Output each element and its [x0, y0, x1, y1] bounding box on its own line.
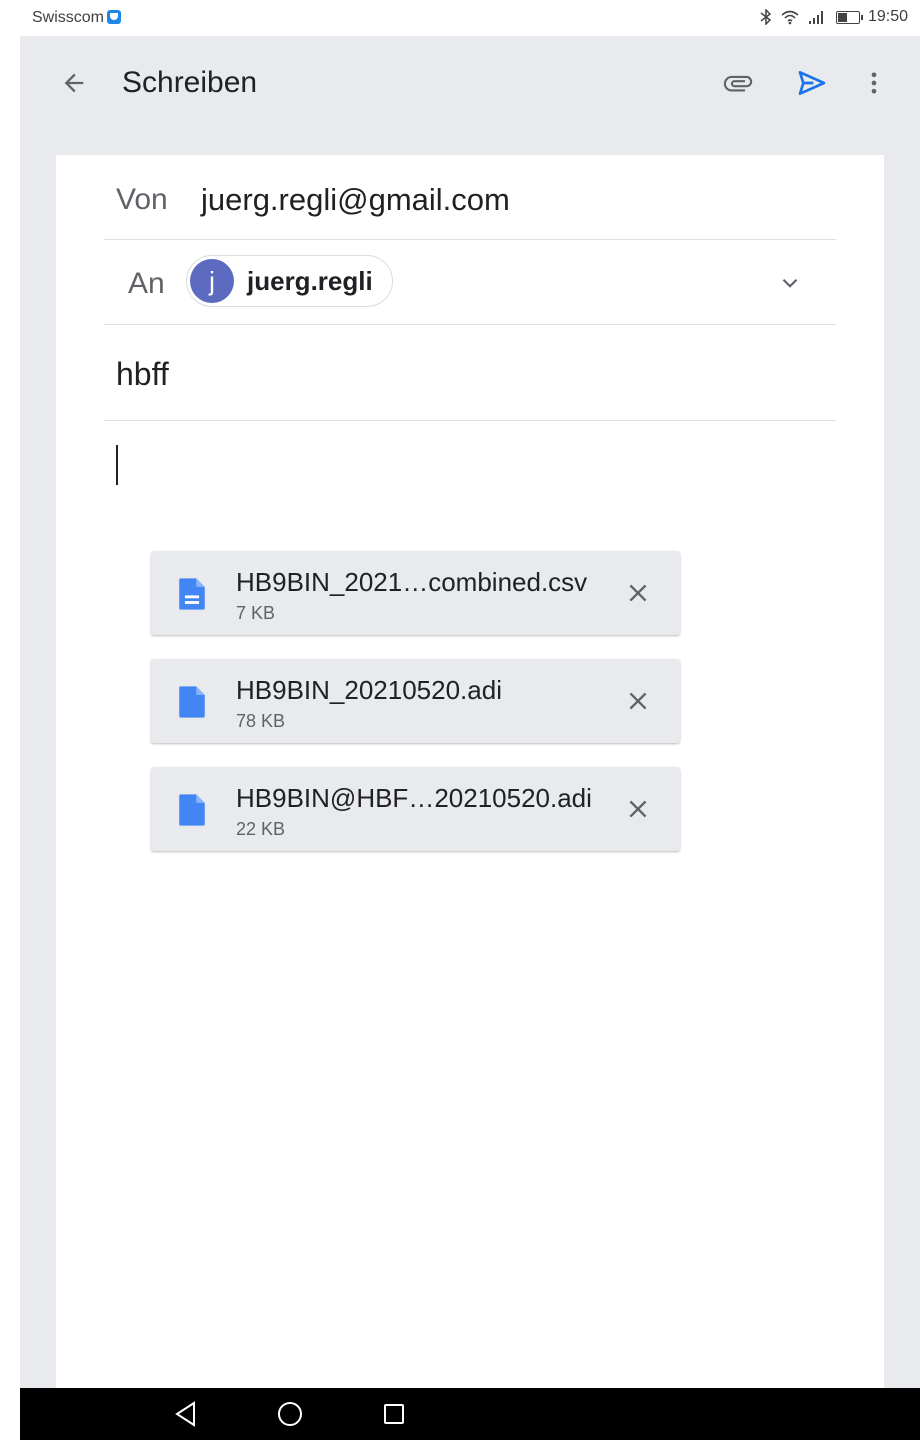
- compose-screen: Schreiben Von juerg.regli@gmail.com An j…: [20, 36, 920, 1388]
- top-app-bar: Schreiben: [20, 36, 920, 132]
- from-field[interactable]: juerg.regli@gmail.com: [201, 182, 510, 218]
- remove-attachment-button[interactable]: [616, 787, 660, 831]
- nav-recents-button[interactable]: [374, 1394, 414, 1434]
- system-navigation-bar: [20, 1388, 920, 1440]
- nav-back-button[interactable]: [166, 1394, 206, 1434]
- close-icon: [629, 800, 647, 818]
- clock: 19:50: [867, 8, 908, 25]
- text-cursor: [116, 445, 118, 485]
- body-field[interactable]: [116, 440, 836, 520]
- square-recents-icon: [384, 1404, 404, 1424]
- chevron-down-icon: [782, 278, 798, 288]
- send-icon: [798, 71, 826, 95]
- from-label: Von: [116, 183, 168, 216]
- status-indicators: 19:50: [760, 8, 908, 26]
- carrier-name: Swisscom: [32, 9, 105, 26]
- attachment-name: HB9BIN_20210520.adi: [236, 675, 502, 705]
- to-label: An: [128, 267, 165, 300]
- shield-icon: [107, 10, 122, 24]
- avatar: j: [190, 259, 234, 303]
- attachment-size: 22 KB: [236, 819, 286, 839]
- remove-attachment-button[interactable]: [616, 571, 660, 615]
- recipient-name: juerg.regli: [247, 265, 373, 296]
- attach-button[interactable]: [716, 61, 760, 105]
- battery-icon: [835, 10, 863, 24]
- attachment-name: HB9BIN@HBF…20210520.adi: [236, 783, 592, 813]
- attachment-item[interactable]: HB9BIN_20210520.adi 78 KB: [151, 659, 680, 743]
- expand-recipients-button[interactable]: [768, 261, 812, 305]
- compose-card: Von juerg.regli@gmail.com An j juerg.reg…: [56, 155, 884, 1388]
- attachment-item[interactable]: HB9BIN_2021…combined.csv 7 KB: [151, 551, 680, 635]
- divider: [104, 420, 836, 421]
- close-icon: [629, 692, 647, 710]
- close-icon: [629, 584, 647, 602]
- recipient-chip[interactable]: j juerg.regli: [186, 255, 393, 307]
- triangle-back-icon: [175, 1401, 195, 1427]
- divider: [104, 324, 836, 325]
- nav-home-button[interactable]: [270, 1394, 310, 1434]
- page-title: Schreiben: [122, 66, 258, 99]
- circle-home-icon: [278, 1402, 302, 1426]
- remove-attachment-button[interactable]: [616, 679, 660, 723]
- divider: [104, 239, 836, 240]
- signal-icon: [808, 11, 823, 24]
- more-options-button[interactable]: [852, 61, 896, 105]
- bluetooth-icon: [760, 9, 772, 25]
- back-arrow-icon: [64, 73, 84, 93]
- attachment-item[interactable]: HB9BIN@HBF…20210520.adi 22 KB: [151, 767, 680, 851]
- send-button[interactable]: [790, 61, 834, 105]
- subject-field[interactable]: hbff: [116, 356, 169, 393]
- document-icon: [179, 794, 205, 826]
- status-bar: Swisscom 19:50: [0, 0, 920, 36]
- more-vert-icon: [871, 72, 877, 94]
- document-icon: [179, 686, 205, 718]
- attachment-size: 7 KB: [236, 603, 276, 623]
- attachment-name: HB9BIN_2021…combined.csv: [236, 567, 588, 597]
- paperclip-icon: [723, 75, 753, 92]
- carrier: Swisscom: [32, 9, 122, 27]
- back-button[interactable]: [52, 61, 96, 105]
- document-lines-icon: [179, 578, 205, 610]
- wifi-icon: [781, 10, 799, 25]
- attachment-size: 78 KB: [236, 711, 286, 731]
